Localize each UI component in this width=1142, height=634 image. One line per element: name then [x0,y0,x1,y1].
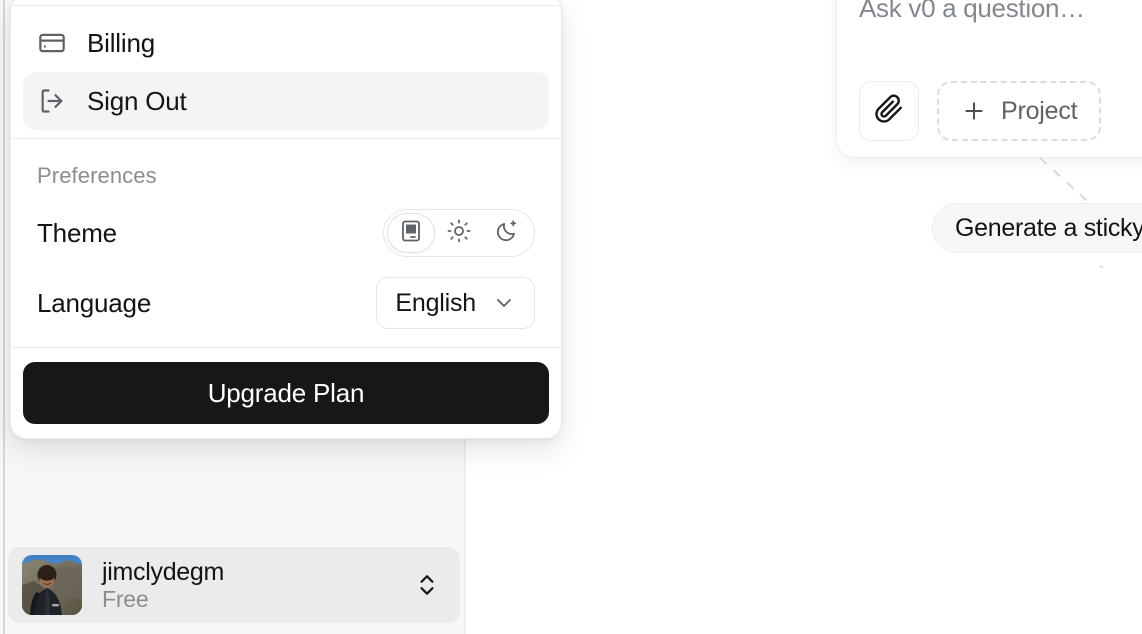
chevrons-up-down-icon[interactable] [414,572,446,598]
menu-item-sign-out[interactable]: Sign Out [23,72,549,130]
user-account-row[interactable]: jimclydegm Free [8,547,460,623]
language-selected-value: English [395,288,476,317]
menu-item-sign-out-label: Sign Out [87,86,187,116]
account-dropdown-menu: Billing Sign Out Preferences Theme Langu… [10,0,562,439]
suggestion-chip-label: Generate a sticky [955,213,1142,242]
preference-row-language: Language English [23,267,549,339]
sidebar-left-edge [3,0,5,634]
user-plan-badge: Free [102,586,149,613]
preference-row-theme: Theme [23,199,549,267]
monitor-icon [399,219,423,248]
menu-item-billing-label: Billing [87,28,155,58]
account-actions-group: Billing Sign Out [11,6,561,138]
language-label: Language [37,287,152,318]
log-out-icon [37,86,67,116]
attach-file-button[interactable] [859,81,919,141]
theme-option-dark[interactable] [483,213,531,253]
sun-icon [447,219,471,248]
paperclip-icon [874,94,904,129]
preferences-heading: Preferences [37,163,157,188]
theme-option-system[interactable] [387,213,435,253]
preferences-group: Preferences Theme Language English [11,139,561,347]
prompt-input-placeholder[interactable]: Ask v0 a question… [859,0,1085,24]
moon-icon [495,219,519,248]
theme-segmented-control [383,209,535,257]
avatar-photo [22,555,82,615]
upgrade-section: Upgrade Plan [11,348,561,428]
add-project-button[interactable]: Project [937,81,1102,141]
theme-label: Theme [37,217,117,248]
credit-card-icon [37,28,67,58]
suggestion-chip[interactable]: Generate a sticky [932,203,1142,253]
chevron-down-icon [492,291,516,315]
app-root: Ask v0 a question… Project Generate a st… [0,0,1142,634]
user-meta: jimclydegm Free [102,557,394,613]
upgrade-plan-button[interactable]: Upgrade Plan [23,362,549,424]
prompt-composer-card: Ask v0 a question… Project [836,0,1142,158]
plus-icon [961,98,987,124]
theme-option-light[interactable] [435,213,483,253]
add-project-label: Project [1001,96,1078,125]
prompt-card-actions: Project [859,81,1102,141]
user-name: jimclydegm [102,557,225,586]
menu-item-billing[interactable]: Billing [23,14,549,72]
language-select[interactable]: English [376,277,535,329]
avatar [22,555,82,615]
